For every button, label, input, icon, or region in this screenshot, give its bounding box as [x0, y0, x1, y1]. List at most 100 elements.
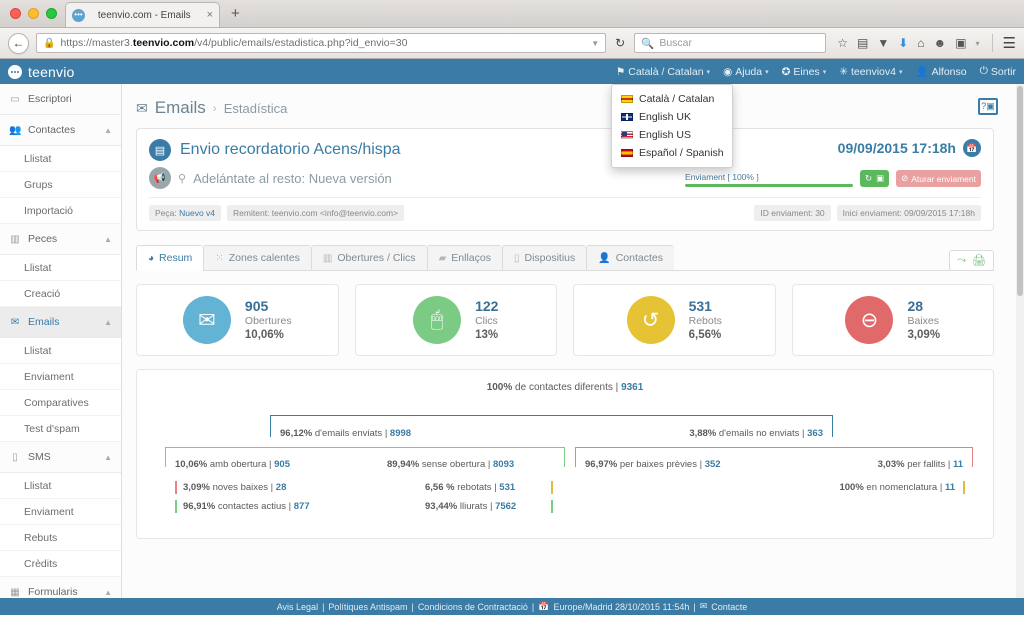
- stat-card-clics[interactable]: 🖱 122 Clics 13%: [355, 284, 558, 356]
- nav-language[interactable]: ⚑ Català / Catalan ▾: [616, 66, 710, 78]
- sidebar-item-sms-credits[interactable]: Crèdits: [0, 551, 121, 577]
- sidebar-item-emails-comparatives[interactable]: Comparatives: [0, 390, 121, 416]
- language-option-catalan[interactable]: Català / Catalan: [612, 90, 732, 108]
- nav-user[interactable]: 👤 Alfonso: [915, 65, 966, 78]
- calendar-icon[interactable]: 📅: [963, 139, 981, 157]
- sidebar-group-formularis[interactable]: ▦ Formularis ▲: [0, 577, 121, 598]
- funnel-text: en nomenclatura: [866, 482, 937, 493]
- nav-account[interactable]: ✳ teenviov4 ▾: [839, 66, 902, 78]
- tab-zones-calentes[interactable]: ⁙ Zones calentes: [203, 245, 311, 271]
- sidebar-item-escriptori[interactable]: ▭ Escriptori: [0, 84, 121, 115]
- print-icon[interactable]: 🖨: [972, 254, 986, 267]
- sidebar-group-sms[interactable]: ▯ SMS ▲: [0, 442, 121, 473]
- main-content: ✉ Emails › Estadística ?▣ ▤ Envio record…: [122, 84, 1024, 598]
- piece-value[interactable]: Nuevo v4: [179, 208, 215, 218]
- funnel-l3-new-unsub: 3,09% noves baixes | 28: [183, 482, 286, 493]
- sidebar-item-emails-test-spam[interactable]: Test d'spam: [0, 416, 121, 442]
- menu-icon[interactable]: ☰: [992, 34, 1016, 52]
- window-controls[interactable]: [0, 8, 57, 27]
- sender-badge: Remitent: teenvio.com <info@teenvio.com>: [227, 205, 404, 221]
- bar-chart-icon: ▥: [323, 253, 332, 264]
- export-print-toolbar[interactable]: ⤳ 🖨: [949, 250, 994, 271]
- report-icon[interactable]: ▣: [876, 173, 884, 184]
- tab-label: Enllaços: [451, 252, 491, 264]
- sidebar-item-sms-enviament[interactable]: Enviament: [0, 499, 121, 525]
- chevron-up-icon: ▲: [104, 588, 112, 597]
- overflow-chevron-icon[interactable]: ▾: [976, 39, 980, 48]
- sidebar-item-peces-creacio[interactable]: Creació: [0, 281, 121, 307]
- minimize-window-button[interactable]: [28, 8, 39, 19]
- campaign-subject: Adelántate al resto: Nueva versión: [193, 171, 392, 186]
- language-option-english-uk[interactable]: English UK: [612, 108, 732, 126]
- sidebar-item-sms-rebuts[interactable]: Rebuts: [0, 525, 121, 551]
- language-option-spanish[interactable]: Español / Spanish: [612, 144, 732, 162]
- sync-icon[interactable]: ☻: [934, 36, 947, 50]
- sidebar-group-label: Escriptori: [28, 93, 112, 105]
- language-dropdown-menu[interactable]: Català / Catalan English UK English US E…: [611, 84, 733, 168]
- funnel-pct: 96,91%: [183, 501, 215, 512]
- piece-label: Peça:: [155, 208, 177, 218]
- tab-enllacos[interactable]: ▰ Enllaços: [427, 245, 502, 271]
- sidebar-group-peces[interactable]: ▥ Peces ▲: [0, 224, 121, 255]
- nav-tools[interactable]: ✪ Eines ▾: [782, 66, 827, 78]
- stat-text: 122 Clics 13%: [475, 298, 498, 343]
- stat-card-rebots[interactable]: ↺ 531 Rebots 6,56%: [573, 284, 776, 356]
- footer-link-legal[interactable]: Avis Legal: [277, 602, 318, 612]
- browser-search-input[interactable]: 🔍 Buscar: [634, 33, 826, 53]
- sidebar-item-peces-llistat[interactable]: Llistat: [0, 255, 121, 281]
- chevron-down-icon[interactable]: ▼: [591, 39, 599, 48]
- footer-sep: |: [693, 602, 695, 612]
- stop-send-button[interactable]: ⊘ Aturar enviament: [896, 170, 981, 187]
- sidebar-item-contactes-llistat[interactable]: Llistat: [0, 146, 121, 172]
- stop-icon: ⊘: [901, 173, 908, 184]
- footer-link-contact[interactable]: Contacte: [711, 602, 747, 612]
- sidebar-item-emails-llistat[interactable]: Llistat: [0, 338, 121, 364]
- language-option-label: English UK: [639, 111, 691, 123]
- sidebar-group-contactes[interactable]: 👥 Contactes ▲: [0, 115, 121, 146]
- sidebar-item-emails-enviament[interactable]: Enviament: [0, 364, 121, 390]
- stats-tabs: ◕ Resum ⁙ Zones calentes ▥ Obertures / C…: [136, 245, 994, 271]
- tab-resum[interactable]: ◕ Resum: [136, 245, 203, 271]
- export-icon[interactable]: ⤳: [957, 254, 966, 267]
- reading-list-icon[interactable]: ▤: [857, 36, 868, 50]
- footer-link-terms[interactable]: Condicions de Contractació: [418, 602, 528, 612]
- nav-logout[interactable]: ⏻ Sortir: [980, 65, 1016, 78]
- footer-sep: |: [411, 602, 413, 612]
- language-option-english-us[interactable]: English US: [612, 126, 732, 144]
- tab-contactes[interactable]: 👤 Contactes: [586, 245, 674, 271]
- sidebar-item-contactes-importacio[interactable]: Importació: [0, 198, 121, 224]
- footer-link-antispam[interactable]: Polítiques Antispam: [328, 602, 407, 612]
- tab-obertures-clics[interactable]: ▥ Obertures / Clics: [311, 245, 427, 271]
- back-button[interactable]: ←: [8, 33, 29, 54]
- flag-us-icon: [621, 131, 633, 139]
- brand-name: teenvio: [28, 64, 75, 80]
- maximize-window-button[interactable]: [46, 8, 57, 19]
- sidebar-group-emails[interactable]: ✉ Emails ▲: [0, 307, 121, 338]
- help-screen-icon[interactable]: ?▣: [978, 98, 998, 115]
- sidebar-item-sms-llistat[interactable]: Llistat: [0, 473, 121, 499]
- page-scrollbar[interactable]: [1016, 84, 1024, 598]
- nav-help[interactable]: ◉ Ajuda ▾: [723, 66, 769, 78]
- refresh-report-button-group[interactable]: ↻ ▣: [860, 170, 889, 187]
- person-icon: 👤: [598, 253, 610, 264]
- close-window-button[interactable]: [10, 8, 21, 19]
- browser-tab[interactable]: ••• teenvio.com - Emails ×: [65, 2, 220, 27]
- home-icon[interactable]: ⌂: [917, 36, 924, 50]
- tab-dispositius[interactable]: ▯ Dispositius: [502, 245, 586, 271]
- funnel-value: 11: [953, 459, 963, 470]
- screenshot-icon[interactable]: ▣: [955, 36, 966, 50]
- sidebar-item-contactes-grups[interactable]: Grups: [0, 172, 121, 198]
- new-tab-button[interactable]: +: [220, 5, 240, 27]
- reload-button[interactable]: ↻: [613, 36, 627, 50]
- app-logo[interactable]: teenvio: [8, 64, 75, 80]
- scrollbar-thumb[interactable]: [1017, 86, 1023, 296]
- refresh-icon[interactable]: ↻: [865, 173, 872, 184]
- stat-label: Rebots: [689, 315, 722, 328]
- stat-card-obertures[interactable]: ✉ 905 Obertures 10,06%: [136, 284, 339, 356]
- pocket-icon[interactable]: ▼: [877, 36, 889, 50]
- download-icon[interactable]: ⬇: [898, 36, 908, 50]
- address-bar[interactable]: 🔒 https://master3.teenvio.com/v4/public/…: [36, 33, 606, 53]
- close-tab-icon[interactable]: ×: [204, 9, 213, 21]
- stat-card-baixes[interactable]: ⊖ 28 Baixes 3,09%: [792, 284, 995, 356]
- star-icon[interactable]: ☆: [837, 36, 848, 50]
